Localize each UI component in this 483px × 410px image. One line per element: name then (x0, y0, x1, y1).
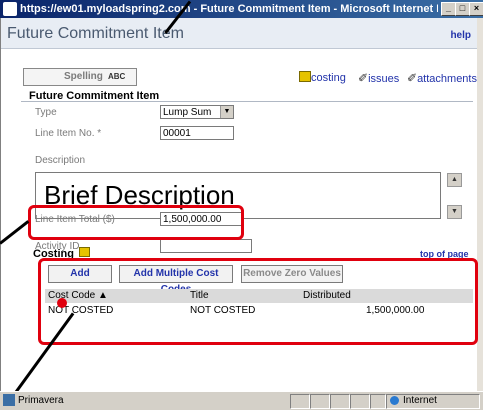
status-cell (310, 394, 330, 409)
type-label: Type (35, 107, 57, 118)
total-highlight (28, 205, 244, 240)
costing-link-label: costing (311, 72, 346, 84)
spelling-label: Spelling (64, 71, 103, 82)
window-titlebar: https://ew01.myloadspring2.com - Future … (0, 0, 483, 18)
status-text: Primavera (18, 395, 64, 406)
scroll-down-icon[interactable]: ▼ (447, 205, 462, 219)
globe-icon (390, 396, 399, 405)
spellcheck-icon: ABC (108, 72, 126, 81)
type-value: Lump Sum (163, 107, 212, 118)
page-icon (3, 394, 15, 406)
spelling-button[interactable]: Spelling ABC (23, 68, 137, 86)
status-cell (330, 394, 350, 409)
type-select[interactable]: Lump Sum ▼ (160, 105, 234, 119)
window-title: https://ew01.myloadspring2.com - Future … (20, 3, 438, 15)
page-title: Future Commitment Item (7, 25, 184, 42)
status-cell (350, 394, 370, 409)
zone-label: Internet (403, 395, 437, 406)
zone-cell: Internet (386, 394, 480, 409)
attachments-link-label: attachments (417, 73, 477, 85)
page-header: Future Commitment Item help (1, 18, 477, 49)
description-label: Description (35, 155, 86, 166)
ie-icon (3, 2, 17, 16)
costing-icon (299, 71, 311, 82)
lock-icon (370, 394, 386, 409)
issues-link[interactable]: ✐issues (358, 71, 399, 85)
costing-link[interactable]: costing (299, 71, 346, 84)
costing-icon (79, 247, 91, 257)
issues-link-label: issues (368, 73, 400, 85)
help-link[interactable]: help (450, 30, 471, 41)
issues-icon: ✐ (358, 71, 369, 85)
scroll-up-icon[interactable]: ▲ (447, 173, 462, 187)
costing-highlight (38, 258, 478, 345)
maximize-button[interactable]: □ (455, 2, 470, 16)
chevron-down-icon: ▼ (220, 106, 233, 118)
line-item-input[interactable]: 00001 (160, 126, 234, 140)
activity-id-input[interactable] (160, 239, 252, 253)
attachments-link[interactable]: ✐attachments (407, 71, 477, 85)
line-item-label: Line Item No. * (35, 128, 102, 139)
minimize-button[interactable]: _ (441, 2, 456, 16)
close-button[interactable]: × (469, 2, 483, 16)
status-cell (290, 394, 310, 409)
attachment-icon: ✐ (407, 71, 418, 85)
arrow-dot (57, 298, 67, 308)
section-divider (21, 101, 473, 102)
status-bar: Primavera Internet (0, 391, 483, 410)
